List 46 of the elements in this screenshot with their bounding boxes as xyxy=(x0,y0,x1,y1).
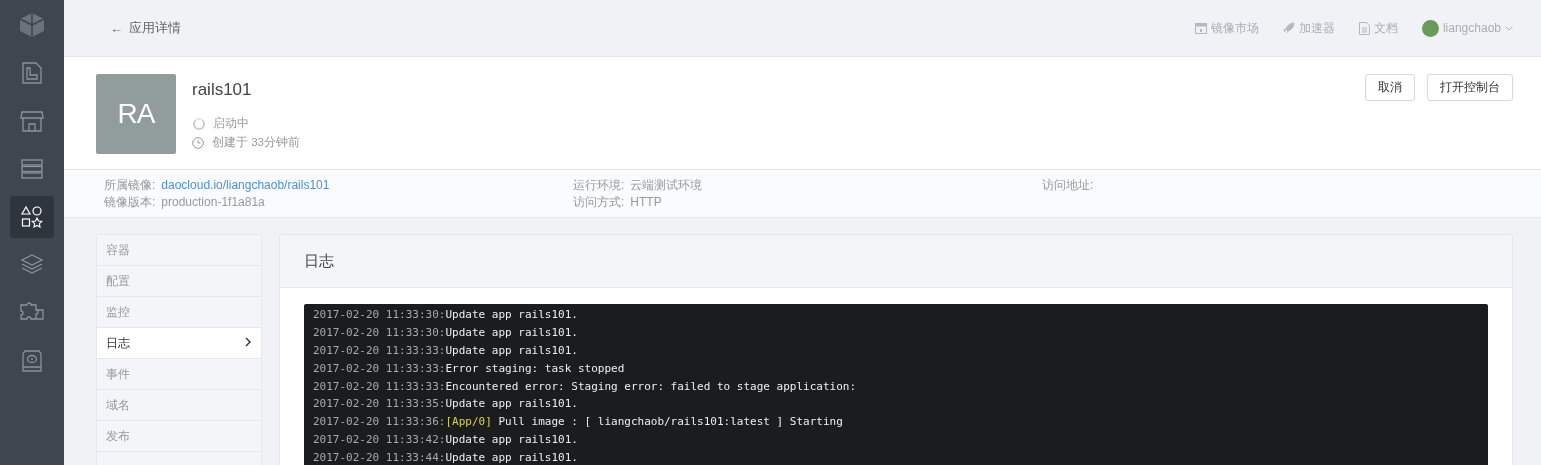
side-menu-item[interactable]: 事件 xyxy=(97,359,261,389)
field-label: 镜像版本: xyxy=(104,193,156,211)
image-link[interactable]: daocloud.io/liangchaob/rails101 xyxy=(161,176,330,194)
top-nav-link[interactable]: 加速器 xyxy=(1282,19,1335,37)
top-nav-link[interactable]: 文档 xyxy=(1358,19,1398,37)
side-menu-item[interactable]: 配置 xyxy=(97,266,261,296)
action-button[interactable]: 打开控制台 xyxy=(1427,74,1513,101)
caret-icon xyxy=(1505,25,1513,31)
field-value: production-1f1a81a xyxy=(161,193,265,211)
loading-ring-icon xyxy=(193,117,205,130)
side-menu-item[interactable]: 监控 xyxy=(97,297,261,327)
side-menu-item[interactable]: 发布 xyxy=(97,421,261,451)
status-text: 启动中 xyxy=(213,116,249,131)
side-menu-item[interactable]: 日志 xyxy=(97,328,261,358)
storefront-icon xyxy=(1194,22,1207,34)
log-line: 2017-02-20 11:33:33:Error staging: task stopped xyxy=(313,360,626,377)
log-line: 2017-02-20 11:33:44:Update app rails101. xyxy=(313,450,579,465)
shapes-icon[interactable] xyxy=(10,196,54,238)
field-label: 访问地址: xyxy=(1042,176,1094,194)
side-menu-item[interactable]: 域名 xyxy=(97,390,261,420)
clock-icon xyxy=(192,136,204,149)
log-line: 2017-02-20 11:33:36:[App/0] Pull image : [ liangchaob/rails101:latest ] Starting xyxy=(313,414,844,431)
user-avatar xyxy=(1421,19,1439,37)
back-arrow-icon[interactable]: ← xyxy=(110,20,123,36)
action-button[interactable]: 取消 xyxy=(1365,74,1415,101)
document-icon xyxy=(1358,21,1370,35)
log-line: 2017-02-20 11:33:33:Encountered error: Staging error: failed to stage application: xyxy=(313,378,858,395)
user-menu[interactable]: liangchaob xyxy=(1421,19,1513,37)
field-label: 访问方式: xyxy=(573,193,625,211)
rocket-icon xyxy=(1282,22,1295,34)
app-name: rails101 xyxy=(192,80,253,100)
top-nav-link[interactable]: 镜像市场 xyxy=(1194,19,1259,37)
log-line: 2017-02-20 11:33:35:Update app rails101. xyxy=(313,396,579,413)
panel-title: 日志 xyxy=(280,235,1512,288)
app-avatar: RA xyxy=(96,74,176,154)
field-label: 运行环境: xyxy=(573,176,625,194)
page-title: 应用详情 xyxy=(129,19,181,37)
created-time: 创建于 33分钟前 xyxy=(212,135,300,150)
log-line: 2017-02-20 11:33:33:Update app rails101. xyxy=(313,342,579,359)
log-line: 2017-02-20 11:33:42:Update app rails101. xyxy=(313,432,579,449)
field-value: HTTP xyxy=(630,193,662,211)
side-menu-item[interactable]: 容器 xyxy=(97,235,261,265)
field-label: 所属镜像: xyxy=(104,176,156,194)
field-value: 云端测试环境 xyxy=(630,176,703,194)
log-line: 2017-02-20 11:33:30:Update app rails101. xyxy=(313,307,579,323)
log-line: 2017-02-20 11:33:30:Update app rails101. xyxy=(313,324,579,341)
